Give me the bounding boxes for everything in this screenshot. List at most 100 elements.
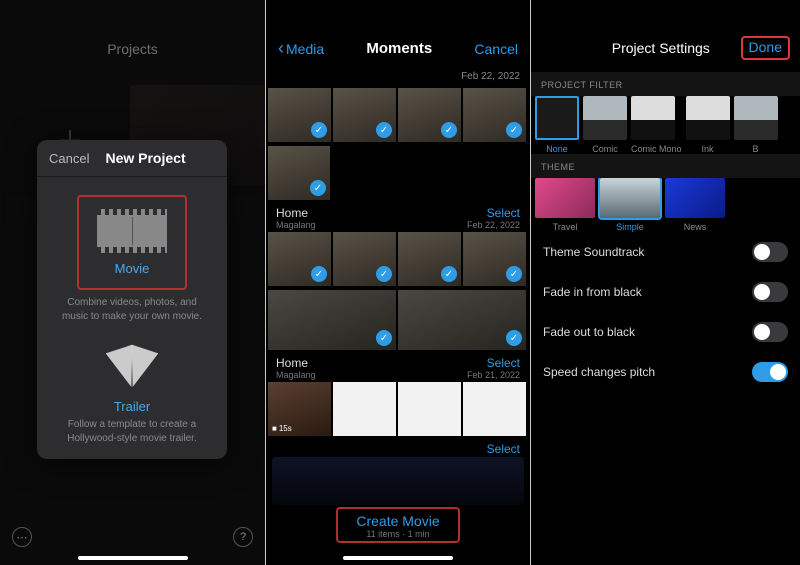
done-button[interactable]: Done <box>749 39 782 55</box>
setting-label: Fade in from black <box>543 285 642 299</box>
section-header: Home Magalang Select Feb 22, 2022 <box>266 202 530 230</box>
highlight-box: Create Movie 11 items · 1 min <box>336 507 459 543</box>
moments-picker-screen: ‹Media Moments Cancel Feb 22, 2022 ✓ ✓ ✓… <box>265 0 531 565</box>
check-icon: ✓ <box>310 180 326 196</box>
create-movie-button[interactable]: Create Movie <box>356 513 439 529</box>
dialog-title: New Project <box>105 150 185 166</box>
thumbnail-row: ✓ ✓ <box>266 288 530 352</box>
cancel-button[interactable]: Cancel <box>49 151 89 166</box>
theme-simple[interactable]: Simple <box>600 178 660 232</box>
movie-label: Movie <box>83 261 181 276</box>
highlight-box: Movie <box>77 195 187 290</box>
cancel-button[interactable]: Cancel <box>474 41 518 57</box>
toggle[interactable] <box>752 322 788 342</box>
thumbnail-row: ■ 15s <box>266 380 530 438</box>
check-icon: ✓ <box>376 266 392 282</box>
setting-label: Speed changes pitch <box>543 365 655 379</box>
media-thumbnail[interactable]: ■ 15s <box>268 382 331 436</box>
trailer-option[interactable]: Trailer Follow a template to create a Ho… <box>37 337 227 459</box>
media-thumbnail[interactable]: ✓ <box>398 232 461 286</box>
home-indicator <box>343 556 453 560</box>
toggle[interactable] <box>752 282 788 302</box>
settings-title: Project Settings <box>581 40 741 56</box>
movie-option[interactable]: Movie Combine videos, photos, and music … <box>37 177 227 337</box>
check-icon: ✓ <box>441 266 457 282</box>
section-date: Feb 21, 2022 <box>467 370 520 380</box>
setting-label: Theme Soundtrack <box>543 245 644 259</box>
project-settings-screen: Project Settings Done PROJECT FILTER Non… <box>531 0 800 565</box>
trailer-label: Trailer <box>49 399 215 414</box>
create-subtitle: 11 items · 1 min <box>356 529 439 539</box>
toggle[interactable] <box>752 242 788 262</box>
filter-none[interactable]: None <box>535 96 579 154</box>
picker-header: ‹Media Moments Cancel <box>266 0 530 71</box>
check-icon: ✓ <box>376 330 392 346</box>
check-icon: ✓ <box>376 122 392 138</box>
thumbnail-row: ✓ ✓ ✓ ✓ <box>266 86 530 144</box>
theme-news[interactable]: News <box>665 178 725 232</box>
setting-speed-pitch: Speed changes pitch <box>531 352 800 392</box>
setting-fade-out: Fade out to black <box>531 312 800 352</box>
select-button[interactable]: Select <box>467 356 520 370</box>
section-sub: Magalang <box>276 370 316 380</box>
media-thumbnail[interactable]: ✓ <box>463 232 526 286</box>
section-name: Home <box>276 206 316 220</box>
check-icon: ✓ <box>506 330 522 346</box>
bottom-toolbar: ⋯ ? <box>0 527 265 547</box>
more-icon[interactable]: ⋯ <box>12 527 32 547</box>
media-thumbnail[interactable]: ✓ <box>268 232 331 286</box>
video-badge: ■ 15s <box>272 424 292 433</box>
select-button[interactable]: Select <box>467 442 520 456</box>
theme-travel[interactable]: Travel <box>535 178 595 232</box>
dialog-header: Cancel New Project <box>37 140 227 177</box>
check-icon: ✓ <box>506 266 522 282</box>
select-button[interactable]: Select <box>467 206 520 220</box>
media-thumbnail[interactable]: ✓ <box>463 88 526 142</box>
spotlight-icon <box>105 349 159 393</box>
thumbnail-row: ✓ ✓ ✓ ✓ <box>266 230 530 288</box>
media-thumbnail[interactable] <box>463 382 526 436</box>
back-button[interactable]: ‹Media <box>278 38 324 59</box>
theme-section-header: THEME <box>531 154 800 178</box>
check-icon: ✓ <box>311 122 327 138</box>
home-indicator <box>78 556 188 560</box>
projects-title: Projects <box>0 0 265 57</box>
filter-comic[interactable]: Comic <box>583 96 627 154</box>
settings-header: Project Settings Done <box>531 0 800 72</box>
theme-row[interactable]: Travel Simple News <box>531 178 800 232</box>
filter-section-header: PROJECT FILTER <box>531 72 800 96</box>
check-icon: ✓ <box>441 122 457 138</box>
create-bar: Create Movie 11 items · 1 min <box>266 507 530 543</box>
filter-ink[interactable]: Ink <box>686 96 730 154</box>
chevron-left-icon: ‹ <box>278 38 284 59</box>
check-icon: ✓ <box>506 122 522 138</box>
filter-more[interactable]: B <box>734 96 778 154</box>
section-sub: Magalang <box>276 220 316 230</box>
setting-fade-in: Fade in from black <box>531 272 800 312</box>
date-label: Feb 22, 2022 <box>266 71 530 86</box>
media-thumbnail[interactable]: ✓ <box>268 290 396 350</box>
media-thumbnail[interactable]: ✓ <box>268 146 330 200</box>
help-icon[interactable]: ? <box>233 527 253 547</box>
highlight-box: Done <box>741 36 790 60</box>
thumbnail-row: ✓ <box>266 144 530 202</box>
toggle[interactable] <box>752 362 788 382</box>
media-thumbnail[interactable]: ✓ <box>333 88 396 142</box>
media-thumbnail[interactable] <box>398 382 461 436</box>
media-thumbnail[interactable] <box>333 382 396 436</box>
check-icon: ✓ <box>311 266 327 282</box>
new-project-dialog: Cancel New Project Movie Combine videos,… <box>37 140 227 459</box>
media-thumbnail[interactable]: ✓ <box>398 88 461 142</box>
section-header: Home Magalang Select Feb 21, 2022 <box>266 352 530 380</box>
media-thumbnail[interactable]: ✓ <box>398 290 526 350</box>
section-date: Feb 22, 2022 <box>467 220 520 230</box>
filmstrip-icon <box>97 209 167 253</box>
media-thumbnail[interactable]: ✓ <box>268 88 331 142</box>
media-thumbnail[interactable]: ✓ <box>333 232 396 286</box>
picker-title: Moments <box>366 40 432 57</box>
trailer-desc: Follow a template to create a Hollywood-… <box>49 418 215 445</box>
filter-row[interactable]: None Comic Comic Mono Ink B <box>531 96 800 154</box>
filter-comic-mono[interactable]: Comic Mono <box>631 96 682 154</box>
section-name: Home <box>276 356 316 370</box>
setting-label: Fade out to black <box>543 325 635 339</box>
